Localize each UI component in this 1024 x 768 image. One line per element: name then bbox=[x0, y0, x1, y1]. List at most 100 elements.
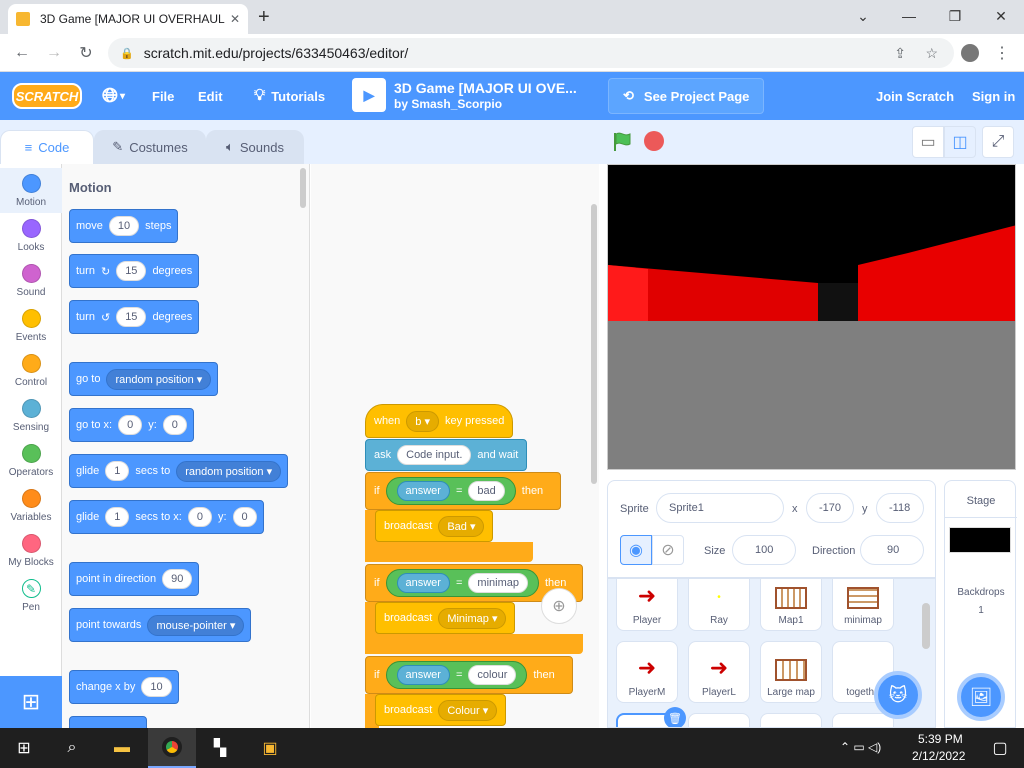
sprite-tile[interactable] bbox=[688, 713, 750, 727]
browser-tab[interactable]: 3D Game [MAJOR UI OVERHAUL ✕ bbox=[8, 4, 248, 34]
turn-right-block[interactable]: turn ↻ 15 degrees bbox=[69, 254, 200, 288]
project-title[interactable]: 3D Game [MAJOR UI OVE... bbox=[394, 80, 577, 96]
green-flag-button[interactable] bbox=[606, 126, 638, 158]
sprite-tile[interactable]: • Ray bbox=[688, 579, 750, 631]
see-project-page-button[interactable]: ⟲ See Project Page bbox=[608, 78, 765, 114]
answer-reporter[interactable]: answer bbox=[396, 481, 450, 501]
script-scrollbar[interactable] bbox=[591, 204, 597, 484]
category-my-blocks[interactable]: My Blocks bbox=[0, 528, 62, 573]
glide-secs-input[interactable]: 1 bbox=[105, 507, 130, 527]
sprite-tile[interactable]: ➜ PlayerM bbox=[616, 641, 678, 703]
equals-operator[interactable]: answer = bad bbox=[385, 477, 516, 505]
category-pen[interactable]: ✎ Pen bbox=[0, 573, 62, 618]
sprite-tile[interactable]: ➜ PlayerL bbox=[688, 641, 750, 703]
equals-operator[interactable]: answer = colour bbox=[385, 661, 528, 689]
search-icon[interactable]: ⌕ bbox=[48, 728, 96, 768]
profile-avatar[interactable] bbox=[958, 41, 982, 65]
tab-code[interactable]: ≡ Code bbox=[0, 130, 94, 164]
show-sprite-button[interactable]: ◉ bbox=[620, 535, 652, 565]
answer-reporter[interactable]: answer bbox=[396, 573, 450, 593]
turn-left-block[interactable]: turn ↺ 15 degrees bbox=[69, 300, 200, 334]
point-towards-block[interactable]: point towards mouse-pointer ▾ bbox=[69, 608, 252, 642]
file-menu[interactable]: File bbox=[152, 72, 174, 120]
sprite-tile[interactable]: ➜ Player bbox=[616, 579, 678, 631]
script-area[interactable]: when b ▾ key pressed ask Code input. and… bbox=[311, 164, 599, 728]
delete-sprite-icon[interactable]: 🗑︎ bbox=[664, 707, 686, 727]
tab-search-icon[interactable]: ⌄ bbox=[840, 0, 886, 32]
when-key-pressed-block[interactable]: when b ▾ key pressed bbox=[365, 404, 514, 438]
sprite-name-input[interactable]: Sprite1 bbox=[656, 493, 784, 523]
ask-input[interactable]: Code input. bbox=[397, 445, 472, 465]
category-looks[interactable]: Looks bbox=[0, 213, 62, 258]
category-events[interactable]: Events bbox=[0, 303, 62, 348]
next-motion-block[interactable] bbox=[69, 716, 147, 728]
point-direction-block[interactable]: point in direction 90 bbox=[69, 562, 200, 596]
scratch-logo[interactable]: SCRATCH bbox=[12, 83, 82, 109]
y-input[interactable]: 0 bbox=[232, 507, 257, 527]
go-to-block[interactable]: go to random position ▾ bbox=[69, 362, 219, 396]
fullscreen-button[interactable]: ⤢ bbox=[982, 126, 1014, 158]
answer-reporter[interactable]: answer bbox=[396, 665, 450, 685]
url-field[interactable]: 🔒 scratch.mit.edu/projects/633450463/edi… bbox=[108, 38, 954, 68]
palette-scrollbar[interactable] bbox=[300, 168, 306, 208]
direction-input[interactable]: 90 bbox=[162, 569, 193, 589]
broadcast-colour-block[interactable]: broadcast Colour ▾ bbox=[375, 694, 507, 726]
tab-sounds[interactable]: 🔈︎ Sounds bbox=[206, 130, 304, 164]
direction-input[interactable]: 90 bbox=[860, 535, 924, 565]
glide-secs-input[interactable]: 1 bbox=[105, 461, 130, 481]
stage-target-pane[interactable]: Stage Backdrops 1 🖼︎ bbox=[944, 480, 1017, 728]
compare-input[interactable]: bad bbox=[468, 481, 505, 501]
glide-dropdown[interactable]: random position ▾ bbox=[176, 460, 282, 482]
key-dropdown[interactable]: b ▾ bbox=[406, 410, 439, 432]
y-position-input[interactable]: -118 bbox=[876, 493, 924, 523]
category-variables[interactable]: Variables bbox=[0, 483, 62, 528]
zoom-in-icon[interactable]: ⊕ bbox=[541, 588, 577, 624]
broadcast-dropdown[interactable]: Bad ▾ bbox=[438, 515, 485, 537]
windows-start-icon[interactable]: ⊞ bbox=[0, 728, 48, 768]
glide-random-block[interactable]: glide 1 secs to random position ▾ bbox=[69, 454, 289, 488]
ask-and-wait-block[interactable]: ask Code input. and wait bbox=[365, 439, 528, 471]
large-stage-button[interactable]: ◫ bbox=[944, 126, 976, 158]
move-steps-input[interactable]: 10 bbox=[108, 216, 140, 236]
x-input[interactable]: 0 bbox=[187, 507, 212, 527]
sprite-list-scrollbar[interactable] bbox=[922, 603, 930, 649]
category-motion[interactable]: Motion bbox=[0, 168, 62, 213]
size-input[interactable]: 100 bbox=[732, 535, 796, 565]
bookmark-star-icon[interactable]: ☆ bbox=[925, 45, 938, 62]
compare-input[interactable]: minimap bbox=[468, 573, 528, 593]
broadcast-minimap-block[interactable]: broadcast Minimap ▾ bbox=[375, 602, 516, 634]
broadcast-bad-block[interactable]: broadcast Bad ▾ bbox=[375, 510, 494, 542]
x-input[interactable]: 0 bbox=[118, 415, 143, 435]
category-sensing[interactable]: Sensing bbox=[0, 393, 62, 438]
new-tab-button[interactable]: + bbox=[258, 6, 270, 29]
reload-icon[interactable]: ↻ bbox=[74, 41, 98, 65]
close-tab-icon[interactable]: ✕ bbox=[230, 12, 240, 26]
category-operators[interactable]: Operators bbox=[0, 438, 62, 483]
share-icon[interactable]: ⇪ bbox=[894, 45, 906, 62]
chrome-icon[interactable] bbox=[148, 728, 196, 768]
category-sound[interactable]: Sound bbox=[0, 258, 62, 303]
category-control[interactable]: Control bbox=[0, 348, 62, 393]
close-window-icon[interactable]: ✕ bbox=[978, 0, 1024, 32]
stop-button[interactable] bbox=[644, 131, 664, 151]
go-to-xy-block[interactable]: go to x: 0 y: 0 bbox=[69, 408, 194, 442]
scratch-app-icon[interactable]: ▣ bbox=[246, 728, 294, 768]
forward-icon[interactable]: → bbox=[42, 41, 66, 65]
system-tray-icons[interactable]: ⌃ ▭ ◁) bbox=[840, 740, 881, 754]
sprite-tile[interactable] bbox=[760, 713, 822, 727]
stage-canvas[interactable] bbox=[607, 164, 1016, 470]
y-input[interactable]: 0 bbox=[162, 415, 187, 435]
notifications-icon[interactable]: ▢ bbox=[976, 728, 1024, 768]
broadcast-dropdown[interactable]: Colour ▾ bbox=[438, 699, 498, 721]
clock-time[interactable]: 5:39 PM bbox=[918, 732, 963, 746]
sprite-tile[interactable]: Large map bbox=[760, 641, 822, 703]
turn-left-input[interactable]: 15 bbox=[116, 307, 147, 327]
choose-backdrop-button[interactable]: 🖼︎ bbox=[957, 673, 1005, 721]
change-x-input[interactable]: 10 bbox=[141, 677, 172, 697]
turn-right-input[interactable]: 15 bbox=[116, 261, 147, 281]
go-to-dropdown[interactable]: random position ▾ bbox=[106, 368, 212, 390]
x-position-input[interactable]: -170 bbox=[806, 493, 854, 523]
if-bad-block[interactable]: if answer = bad then bbox=[365, 472, 561, 510]
sprite-tile[interactable]: Map1 bbox=[760, 579, 822, 631]
sprite-tile[interactable]: minimap bbox=[832, 579, 894, 631]
